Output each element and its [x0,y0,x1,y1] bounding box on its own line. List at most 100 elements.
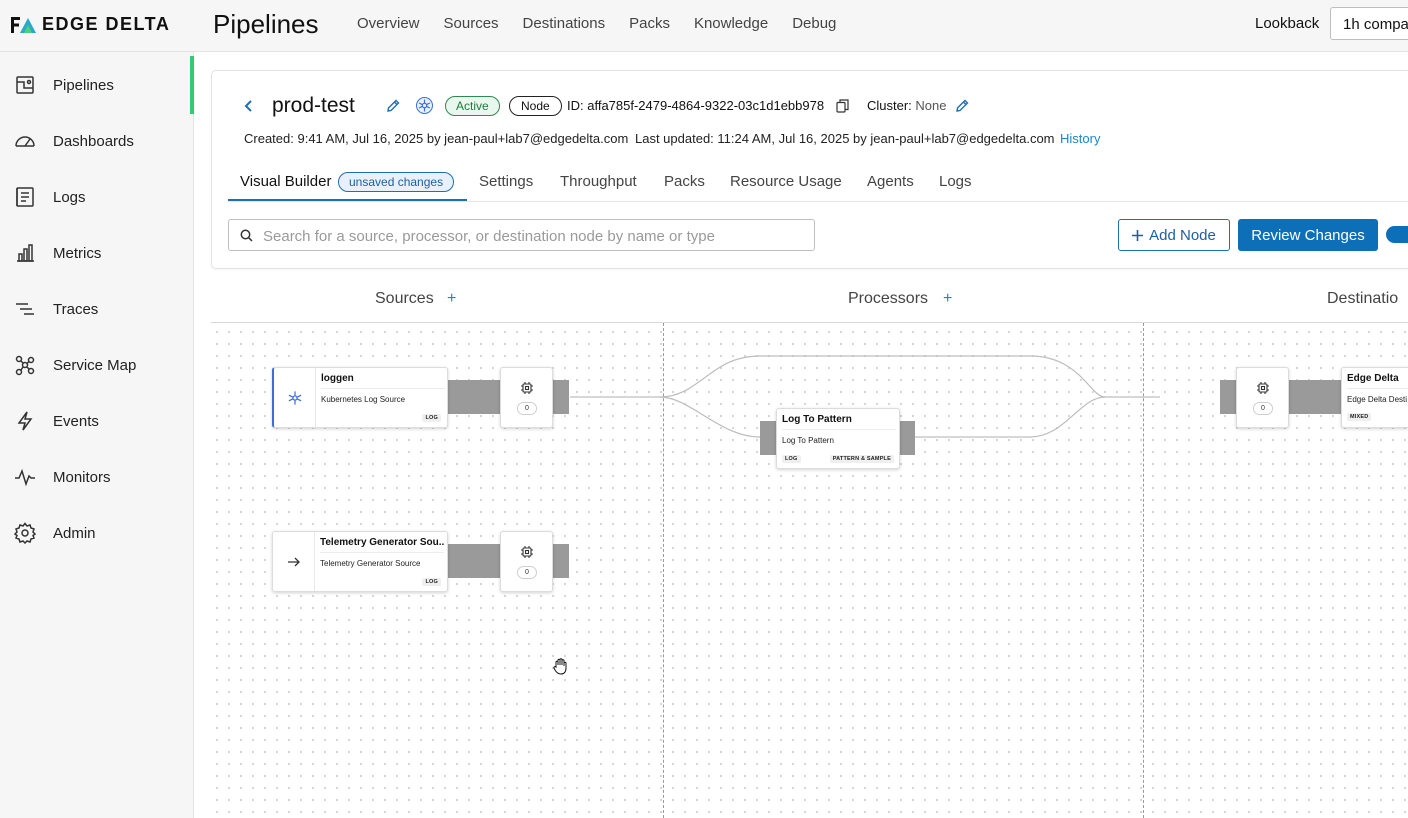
cpu-chip-icon [1257,382,1269,394]
edge-delta-logo[interactable]: EDGE DELTA [10,14,170,35]
kubernetes-icon [288,390,301,405]
sidebar-item-admin[interactable]: Admin [0,505,194,561]
nav-debug[interactable]: Debug [792,15,836,32]
destination-node-edge-delta[interactable]: Edge Delta Edge Delta Desti MIXED [1341,367,1408,428]
node-separator [321,388,445,389]
tab-agents[interactable]: Agents [867,173,914,190]
nav-knowledge[interactable]: Knowledge [694,15,768,32]
plus-icon [1132,229,1144,241]
tab-packs[interactable]: Packs [664,173,705,190]
node-tag: LOG [422,578,441,586]
status-badge: Active [445,96,500,116]
lookback-select[interactable]: 1h compa [1330,7,1408,40]
sidebar-item-monitors[interactable]: Monitors [0,449,194,505]
node-subtitle: Edge Delta Desti [1347,395,1408,404]
node-title: loggen [321,373,354,384]
node-connector [553,380,569,414]
node-subtitle: Log To Pattern [782,436,834,445]
search-icon [240,229,253,242]
node-separator [320,552,444,553]
destination-stats-node[interactable]: 0 [1236,367,1289,428]
node-separator [782,429,896,430]
brand-name: EDGE DELTA [42,14,171,34]
node-tag: LOG [782,455,801,463]
gear-icon [14,522,36,544]
sidebar-item-label: Logs [53,188,86,206]
column-title-processors: Processors [848,290,929,307]
sidebar-item-service-map[interactable]: Service Map [0,337,194,393]
logs-document-icon [16,187,34,207]
source-stats-node[interactable]: 0 [500,367,553,428]
review-changes-button[interactable]: Review Changes [1238,219,1378,251]
nav-destinations[interactable]: Destinations [523,15,606,32]
node-subtitle: Kubernetes Log Source [321,395,406,404]
source-stats-node[interactable]: 0 [500,531,553,592]
tab-logs[interactable]: Logs [939,173,972,190]
tab-resource-usage[interactable]: Resource Usage [730,173,842,190]
updated-info: Last updated: 11:24 AM, Jul 16, 2025 by … [635,131,1055,146]
active-tab-indicator [228,199,467,201]
created-info: Created: 9:41 AM, Jul 16, 2025 by jean-p… [244,131,629,146]
sidebar-item-label: Dashboards [53,132,134,150]
node-connector [899,421,915,455]
sidebar-item-traces[interactable]: Traces [0,281,194,337]
nav-overview[interactable]: Overview [357,15,420,32]
node-connector [448,380,504,414]
column-title-sources: Sources [375,290,434,307]
add-source-plus-button[interactable]: + [447,290,456,308]
cluster-label: Cluster: [867,98,912,113]
kubernetes-icon [416,97,433,114]
edit-name-pencil-icon[interactable] [386,99,400,113]
sidebar-item-pipelines[interactable]: Pipelines [0,56,194,114]
edge-delta-logo-icon [11,16,36,33]
node-icon-column [274,368,316,427]
sidebar-item-logs[interactable]: Logs [0,169,194,225]
type-badge: Node [509,96,562,116]
search-input[interactable] [263,226,803,246]
node-count: 0 [517,566,537,579]
node-tag: LOG [422,414,441,422]
copy-icon[interactable] [836,99,849,113]
sidebar-item-dashboards[interactable]: Dashboards [0,113,194,169]
cpu-chip-icon [521,546,533,558]
nav-packs[interactable]: Packs [629,15,670,32]
node-icon-column [273,532,315,591]
sidebar-item-label: Service Map [53,356,137,374]
cluster-value: None [915,98,947,113]
processor-node-log-to-pattern[interactable]: Log To Pattern Log To Pattern LOG PATTER… [776,408,900,469]
tab-settings[interactable]: Settings [479,173,533,190]
node-search[interactable] [228,219,815,251]
source-node-telemetry-generator[interactable]: Telemetry Generator Sou... Telemetry Gen… [272,531,448,592]
top-nav: Overview Sources Destinations Packs Know… [357,15,836,32]
dashboard-gauge-icon [15,136,35,147]
tab-throughput[interactable]: Throughput [560,173,637,190]
cpu-chip-icon [521,382,533,394]
node-title: Edge Delta [1347,373,1399,384]
sidebar-item-label: Events [53,412,99,430]
node-tag: PATTERN & SAMPLE [829,455,894,463]
top-bar: EDGE DELTA Pipelines Overview Sources De… [0,0,1408,52]
pipelines-icon [16,76,34,94]
column-title-destinations: Destinatio [1327,290,1399,307]
history-link[interactable]: History [1060,131,1100,146]
view-toggle[interactable] [1386,226,1408,243]
sidebar-item-label: Admin [53,524,96,542]
edit-cluster-pencil-icon[interactable] [955,99,969,113]
pipeline-id: ID: affa785f-2479-4864-9322-03c1d1ebb978 [567,98,825,113]
traces-icon [16,303,34,315]
node-connector [1288,380,1344,414]
source-node-loggen[interactable]: loggen Kubernetes Log Source LOG [272,367,448,428]
sidebar-item-events[interactable]: Events [0,393,194,449]
back-chevron-icon[interactable] [242,96,256,116]
add-processor-plus-button[interactable]: + [943,290,952,308]
sidebar-item-metrics[interactable]: Metrics [0,225,194,281]
grab-hand-cursor-icon [553,658,567,675]
node-count: 0 [1253,402,1273,415]
nav-sources[interactable]: Sources [444,15,499,32]
tab-visual-builder[interactable]: Visual Builder [240,173,331,190]
sidebar-item-label: Traces [53,300,99,318]
lightning-icon [17,411,33,431]
node-count: 0 [517,402,537,415]
add-node-button[interactable]: Add Node [1118,219,1230,251]
lookback-label: Lookback [1255,15,1320,32]
